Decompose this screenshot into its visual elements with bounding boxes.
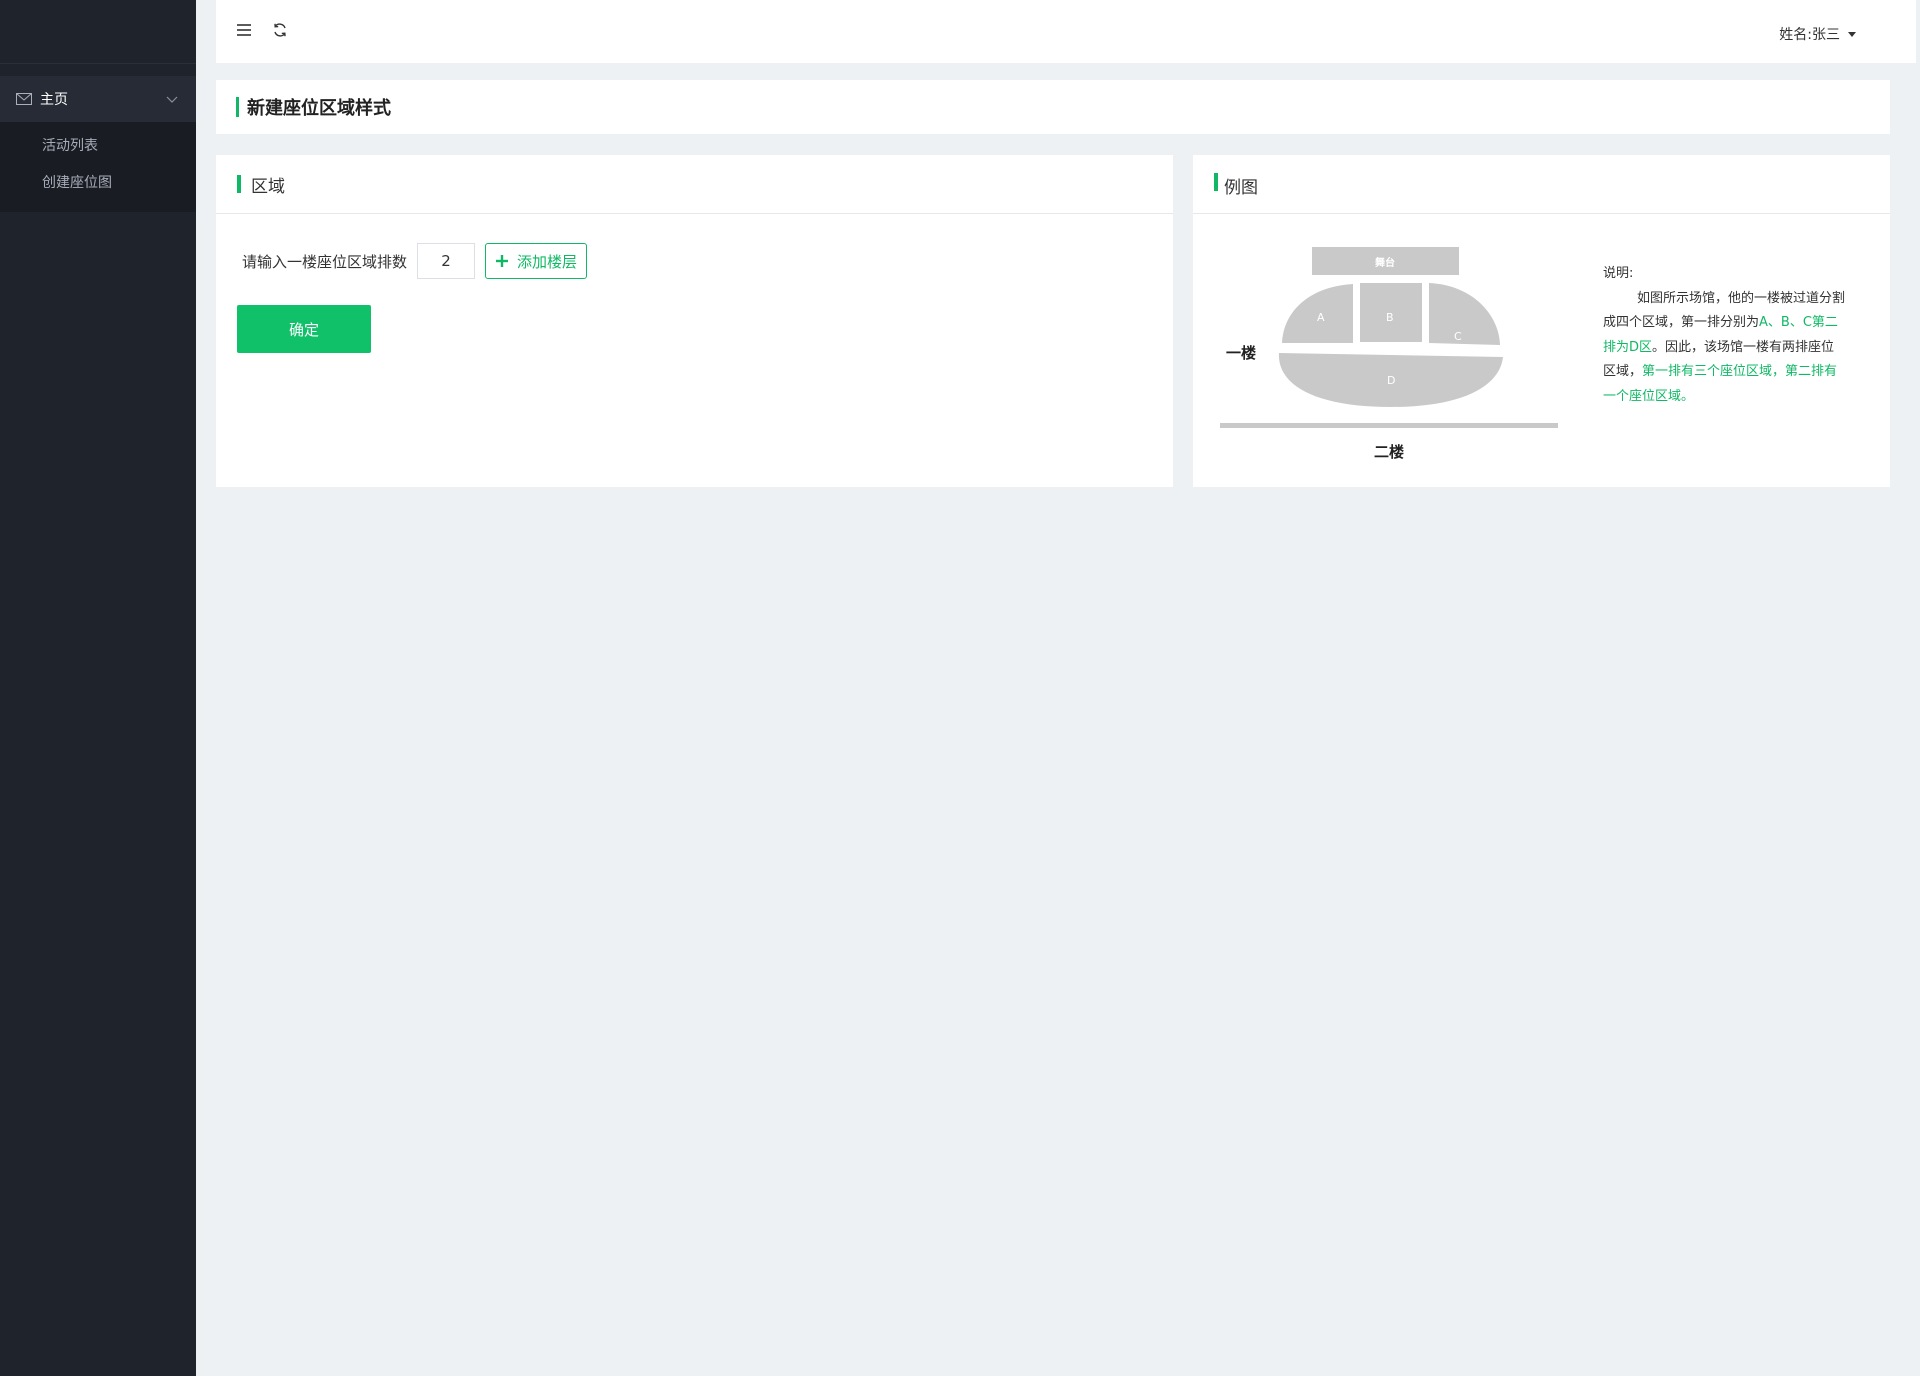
rows-count-input[interactable] xyxy=(417,243,476,279)
example-panel-header: 例图 xyxy=(1193,155,1890,214)
area-panel-header: 区域 xyxy=(216,155,1173,214)
zone-c-label: C xyxy=(1454,330,1462,343)
confirm-button[interactable]: 确定 xyxy=(237,305,371,353)
hamburger-menu-icon[interactable] xyxy=(236,22,252,38)
mail-icon xyxy=(16,93,32,105)
user-dropdown[interactable]: 姓名:张三 xyxy=(1779,24,1856,44)
venue-diagram xyxy=(1220,247,1558,428)
explanation-body: 如图所示场馆，他的一楼被过道分割成四个区域，第一排分别为A、B、C第二排为D区。… xyxy=(1603,287,1847,410)
explanation-heading: 说明: xyxy=(1603,266,1634,281)
add-floor-button[interactable]: 添加楼层 xyxy=(485,243,588,279)
floor2-label: 二楼 xyxy=(1374,443,1405,461)
stage-label: 舞台 xyxy=(1375,258,1395,269)
plus-icon xyxy=(496,255,509,267)
sidebar-menu-home-label: 主页 xyxy=(40,92,68,108)
area-panel-title: 区域 xyxy=(251,176,285,197)
sidebar-logo-area xyxy=(0,0,196,64)
zone-b-label: B xyxy=(1386,311,1394,324)
zone-c-block xyxy=(1429,283,1500,345)
sidebar-item-activity-list[interactable]: 活动列表 xyxy=(0,128,196,165)
caret-down-icon xyxy=(1848,31,1856,37)
zone-d-label: D xyxy=(1387,374,1396,387)
floor2-line xyxy=(1220,423,1558,428)
rows-form-row: 请输入一楼座位区域排数 添加楼层 xyxy=(242,243,588,279)
page-title-bar: 新建座位区域样式 xyxy=(216,80,1890,134)
chevron-down-icon xyxy=(166,96,178,103)
sidebar-menu-home[interactable]: 主页 xyxy=(0,76,196,122)
floor1-label: 一楼 xyxy=(1226,344,1257,362)
page-title: 新建座位区域样式 xyxy=(247,98,391,119)
user-name-label: 姓名:张三 xyxy=(1779,27,1840,43)
sidebar-item-create-seat-map[interactable]: 创建座位图 xyxy=(0,165,196,202)
refresh-icon[interactable] xyxy=(272,22,288,38)
panel-accent-bar xyxy=(1214,173,1218,191)
topbar: 姓名:张三 xyxy=(216,0,1916,63)
example-panel-title: 例图 xyxy=(1224,178,1258,198)
title-accent-bar xyxy=(236,97,239,117)
zone-a-label: A xyxy=(1317,311,1325,324)
panel-accent-bar xyxy=(237,175,241,193)
sidebar-submenu: 活动列表 创建座位图 xyxy=(0,122,196,212)
area-panel: 区域 请输入一楼座位区域排数 添加楼层 确定 xyxy=(216,155,1173,487)
explanation-text: 说明: 如图所示场馆，他的一楼被过道分割成四个区域，第一排分别为A、B、C第二排… xyxy=(1603,262,1847,409)
rows-input-label: 请输入一楼座位区域排数 xyxy=(242,252,408,271)
add-floor-label: 添加楼层 xyxy=(517,252,578,271)
